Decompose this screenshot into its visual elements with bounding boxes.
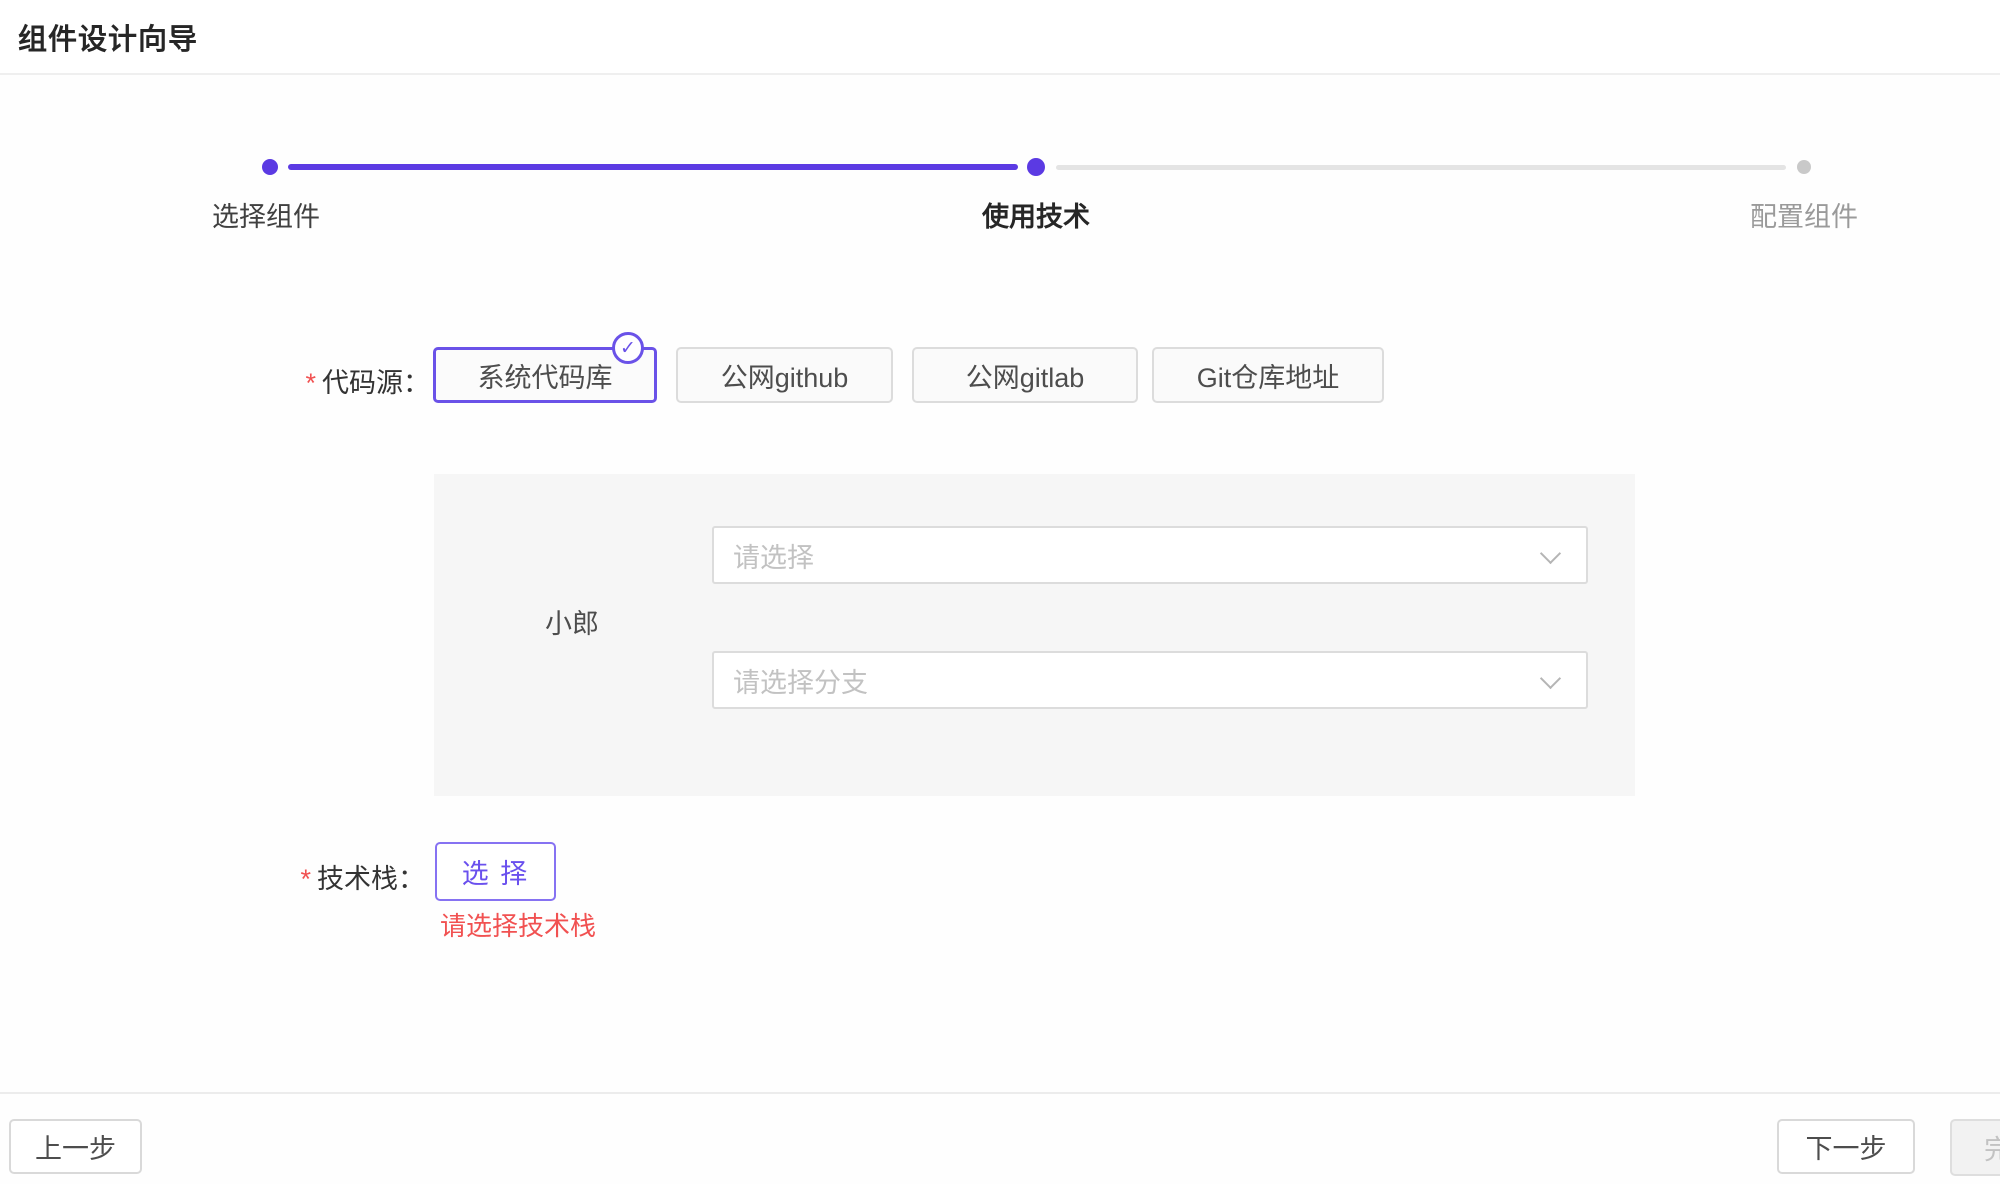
step-label-select-component: 选择组件 [116,195,416,234]
repo-select-placeholder: 请选择 [733,536,814,575]
step-dot-pending [1797,160,1811,174]
code-source-option-github[interactable]: 公网github [676,347,893,403]
step-dot-current [1027,158,1045,176]
prev-step-button[interactable]: 上一步 [9,1119,142,1174]
code-source-option-label: 系统代码库 [478,356,613,395]
tech-stack-error-message: 请选择技术栈 [440,906,596,943]
chevron-down-icon [1540,668,1561,689]
code-source-label: 代码源： [322,368,430,398]
tech-stack-label: 技术栈： [317,864,425,894]
code-source-option-label: 公网gitlab [966,356,1085,395]
code-source-label-row: *代码源： [100,361,430,400]
chevron-down-icon [1540,543,1561,564]
prev-step-label: 上一步 [35,1127,116,1166]
step-label-configure-component: 配置组件 [1654,195,1954,234]
check-icon: ✓ [620,339,636,358]
finish-label: 完成 [1984,1128,2000,1167]
code-source-option-git-url[interactable]: Git仓库地址 [1152,347,1384,403]
code-source-option-gitlab[interactable]: 公网gitlab [912,347,1138,403]
repo-owner-label: 小郎 [545,602,599,641]
branch-select[interactable]: 请选择分支 [712,651,1588,709]
footer-divider [0,1092,2000,1094]
page-header: 组件设计向导 [0,0,2000,75]
next-step-button[interactable]: 下一步 [1777,1119,1915,1174]
progress-line-pending [1056,165,1786,170]
code-source-option-label: Git仓库地址 [1197,356,1340,395]
page-title: 组件设计向导 [18,16,198,58]
finish-button-disabled[interactable]: 完成 [1950,1119,2000,1176]
step-dot-done [262,159,278,175]
code-source-option-label: 公网github [721,356,849,395]
required-asterisk: * [305,368,316,398]
wizard-page: 组件设计向导 选择组件 使用技术 配置组件 *代码源： 系统代码库 ✓ 公网gi… [0,0,2000,1184]
choose-button-label: 选 择 [462,852,530,891]
selected-check-badge: ✓ [612,332,644,364]
step-label-use-technology: 使用技术 [886,195,1186,234]
progress-line-active [288,164,1018,170]
next-step-label: 下一步 [1806,1127,1887,1166]
tech-stack-choose-button[interactable]: 选 择 [435,842,556,901]
required-asterisk: * [300,864,311,894]
repo-select[interactable]: 请选择 [712,526,1588,584]
tech-stack-label-row: *技术栈： [100,857,425,896]
repo-panel: 小郎 请选择 请选择分支 [434,474,1635,796]
branch-select-placeholder: 请选择分支 [733,661,868,700]
